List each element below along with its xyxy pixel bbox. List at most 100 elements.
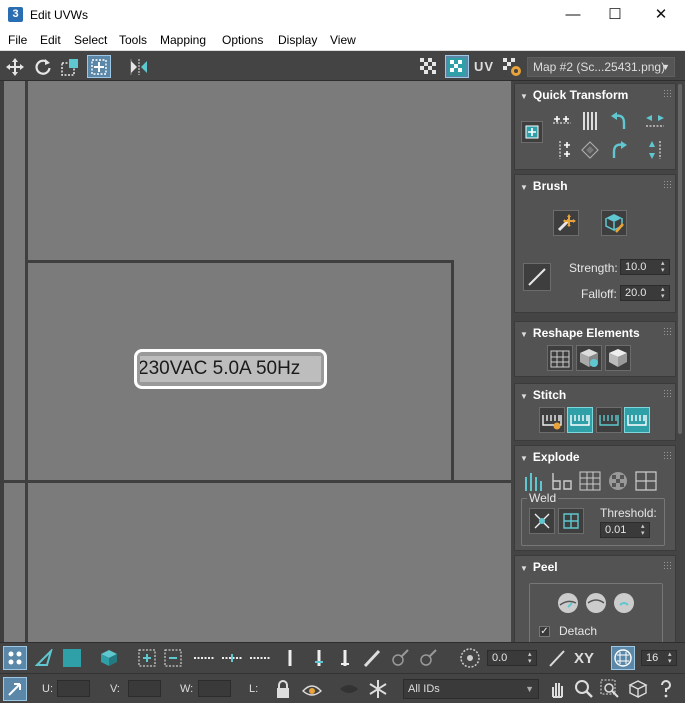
scale-tool-button[interactable] (58, 55, 82, 78)
flatten-by-smoothing-button[interactable] (605, 468, 631, 494)
flatten-by-polygon-button[interactable] (577, 468, 603, 494)
freeze-button[interactable] (366, 677, 390, 701)
menu-select[interactable]: Select (74, 33, 107, 47)
align-to-edge-button[interactable] (545, 646, 569, 670)
flip-vertical-button[interactable] (642, 137, 668, 163)
shrink-loop-button[interactable] (248, 646, 272, 670)
move-tool-button[interactable] (3, 55, 27, 78)
uv-viewport[interactable]: 230VAC 5.0A 50Hz (0, 81, 511, 642)
face-select-button[interactable] (60, 646, 84, 670)
rollout-title[interactable]: ▼ Peel (520, 560, 558, 574)
help-button[interactable] (654, 677, 678, 701)
menu-mapping[interactable]: Mapping (160, 33, 206, 47)
align-horizontal-button[interactable] (549, 108, 575, 134)
align-vertical-button[interactable] (549, 137, 575, 163)
show-map-button[interactable] (417, 55, 441, 78)
uv-texture-island[interactable]: 230VAC 5.0A 50Hz (134, 349, 327, 389)
menu-edit[interactable]: Edit (40, 33, 61, 47)
paint-select-button[interactable] (360, 646, 384, 670)
vertex-select-button[interactable] (3, 646, 27, 670)
w-field[interactable] (198, 680, 231, 697)
menu-tools[interactable]: Tools (119, 33, 147, 47)
show-hide-button[interactable] (300, 677, 324, 701)
stitch-average-button[interactable] (596, 407, 622, 433)
transform-gizmo-button[interactable] (521, 121, 543, 143)
grip-icon[interactable] (663, 451, 671, 459)
menu-display[interactable]: Display (278, 33, 317, 47)
transform-mode-button[interactable] (3, 677, 27, 701)
rollout-title[interactable]: ▼ Quick Transform (520, 88, 628, 102)
lock-selection-button[interactable] (271, 677, 295, 701)
close-button[interactable]: ✕ (638, 0, 684, 30)
minimize-button[interactable]: — (550, 0, 596, 30)
mirror-tool-button[interactable] (127, 55, 151, 78)
v-field[interactable] (128, 680, 161, 697)
menu-options[interactable]: Options (222, 33, 263, 47)
rotate-ccw-button[interactable] (606, 108, 632, 134)
grow-loop-button[interactable] (220, 646, 244, 670)
panel-scrollbar-thumb[interactable] (678, 84, 682, 434)
space-vertical-button[interactable] (577, 108, 603, 134)
stitch-to-source-button[interactable] (624, 407, 650, 433)
menu-file[interactable]: File (8, 33, 27, 47)
rollout-title[interactable]: ▼ Brush (520, 179, 568, 193)
shrink-ring-button[interactable] (333, 646, 357, 670)
strength-spinner[interactable]: 10.0 (620, 259, 670, 275)
edge-select-button[interactable] (32, 646, 56, 670)
relax-settings-button[interactable] (605, 345, 631, 371)
weld-all-button[interactable] (558, 508, 584, 534)
stitch-to-target-button[interactable] (567, 407, 593, 433)
grid-spinner[interactable]: 16 (641, 650, 677, 666)
maximize-button[interactable]: ☐ (592, 0, 638, 30)
peel-reset-button[interactable] (611, 590, 637, 616)
angle-spinner[interactable]: 0.0 (487, 650, 537, 666)
shrink-brush-button[interactable] (416, 646, 440, 670)
weld-selected-button[interactable] (529, 508, 555, 534)
relax-brush-button[interactable] (601, 210, 627, 236)
ring-button[interactable] (278, 646, 302, 670)
zoom-button[interactable] (572, 677, 596, 701)
detach-checkbox[interactable]: ✓ (539, 626, 550, 637)
flip-horizontal-button[interactable] (642, 108, 668, 134)
rollout-title[interactable]: ▼ Explode (520, 450, 580, 464)
material-id-select[interactable]: All IDs ▼ (403, 679, 539, 699)
threshold-spinner[interactable]: 0.01 (600, 522, 650, 538)
relax-button[interactable] (576, 345, 602, 371)
rotate-tool-button[interactable] (31, 55, 55, 78)
shrink-selection-button[interactable] (161, 646, 185, 670)
grip-icon[interactable] (663, 327, 671, 335)
space-horizontal-button[interactable] (577, 137, 603, 163)
straighten-button[interactable] (547, 345, 573, 371)
stitch-custom-button[interactable] (539, 407, 565, 433)
zoom-extents-button[interactable] (626, 677, 650, 701)
grip-icon[interactable] (663, 389, 671, 397)
zoom-region-button[interactable] (598, 677, 622, 701)
loop-button[interactable] (192, 646, 216, 670)
grow-selection-button[interactable] (135, 646, 159, 670)
uv-toggle-button[interactable]: UV (474, 59, 494, 74)
grow-ring-button[interactable] (307, 646, 331, 670)
quick-peel-button[interactable] (555, 590, 581, 616)
xy-axis-toggle[interactable]: XY (574, 650, 594, 667)
tape-brush-button[interactable] (523, 263, 551, 291)
rollout-title[interactable]: ▼ Reshape Elements (520, 326, 640, 340)
u-field[interactable] (57, 680, 90, 697)
texture-settings-button[interactable] (500, 55, 524, 78)
checker-pattern-button[interactable] (445, 55, 469, 78)
grip-icon[interactable] (663, 561, 671, 569)
flatten-by-material-button[interactable] (633, 468, 659, 494)
soft-selection-button[interactable] (458, 646, 482, 670)
rollout-title[interactable]: ▼ Stitch (520, 388, 566, 402)
freeform-tool-button[interactable] (87, 55, 111, 78)
menu-view[interactable]: View (330, 33, 356, 47)
pan-button[interactable] (545, 677, 569, 701)
map-select[interactable]: Map #2 (Sc...25431.png) ▼ (527, 57, 675, 77)
rotate-cw-button[interactable] (606, 137, 632, 163)
grip-icon[interactable] (663, 89, 671, 97)
hide-button[interactable] (337, 677, 361, 701)
peel-mode-button[interactable] (583, 590, 609, 616)
element-select-button[interactable] (97, 646, 121, 670)
grid-snap-button[interactable] (611, 646, 635, 670)
grip-icon[interactable] (663, 180, 671, 188)
falloff-spinner[interactable]: 20.0 (620, 285, 670, 301)
